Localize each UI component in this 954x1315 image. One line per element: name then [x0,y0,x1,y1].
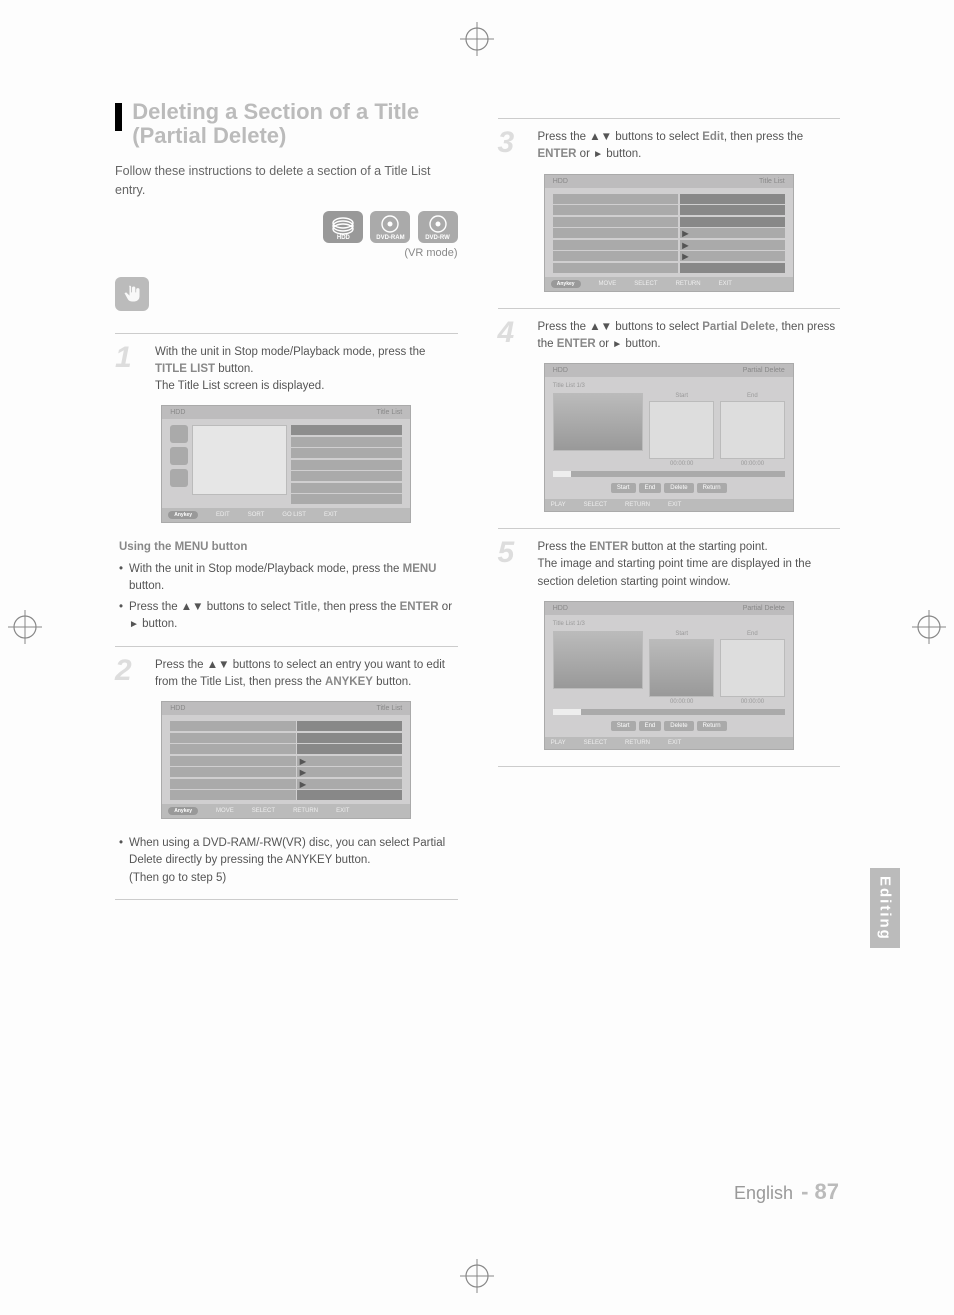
divider [498,118,841,119]
ui-mock-title-list-3: HDDTitle List ► ► ► [544,174,794,292]
right-column: 3 Press the ▲▼ buttons to select Edit, t… [498,100,841,1220]
intro-text: Follow these instructions to delete a se… [115,162,458,198]
step-1: 1 With the unit in Stop mode/Playback mo… [115,344,458,396]
using-menu-heading: Using the MENU button [119,539,458,556]
step-number: 2 [115,657,143,692]
crop-mark-right [912,610,946,644]
ui-mock-title-list-1: HDDTitle List Anykey EDIT SO [161,405,411,523]
step-body: Press the ▲▼ buttons to select Edit, the… [538,129,841,164]
divider [498,528,841,529]
vr-mode-label: (VR mode) [115,247,458,259]
crop-mark-bottom [460,1259,494,1293]
section-marker [115,103,122,131]
step-body: With the unit in Stop mode/Playback mode… [155,344,458,396]
divider [115,899,458,900]
badge-dvd-ram: DVD-RAM [370,211,410,243]
page-footer: English - 87 [115,1179,839,1205]
divider [498,766,841,767]
step-number: 3 [498,129,526,164]
ui-mock-title-list-2: HDDTitle List ► ► ► [161,701,411,819]
divider [498,308,841,309]
content: Deleting a Section of a Title (Partial D… [115,100,840,1220]
side-tab-editing: Editing [870,868,900,948]
page: Deleting a Section of a Title (Partial D… [0,0,954,1315]
badge-hdd: HDD [323,211,363,243]
note-dvd-ram: •When using a DVD-RAM/-RW(VR) disc, you … [115,835,458,887]
step-body: Press the ▲▼ buttons to select Partial D… [538,319,841,354]
footer-language: English [734,1183,793,1204]
left-column: Deleting a Section of a Title (Partial D… [115,100,458,1220]
using-menu-note: Using the MENU button •With the unit in … [115,539,458,633]
hand-press-icon [115,277,149,311]
section-title: Deleting a Section of a Title (Partial D… [132,100,457,148]
disc-badges: HDD DVD-RAM DVD-RW [115,211,458,243]
step-body: Press the ▲▼ buttons to select an entry … [155,657,458,692]
ui-mock-partial-delete-1: HDDPartial Delete Title List 1/3 Start 0… [544,363,794,512]
step-3: 3 Press the ▲▼ buttons to select Edit, t… [498,129,841,164]
section-title-row: Deleting a Section of a Title (Partial D… [115,100,458,148]
step-body: Press the ENTER button at the starting p… [538,539,841,591]
divider [115,333,458,334]
step-2: 2 Press the ▲▼ buttons to select an entr… [115,657,458,692]
badge-dvd-rw: DVD-RW [418,211,458,243]
ui-mock-partial-delete-2: HDDPartial Delete Title List 1/3 Start 0… [544,601,794,750]
step-number: 1 [115,344,143,396]
step-4: 4 Press the ▲▼ buttons to select Partial… [498,319,841,354]
step-number: 5 [498,539,526,591]
step-number: 4 [498,319,526,354]
crop-mark-left [8,610,42,644]
step-5: 5 Press the ENTER button at the starting… [498,539,841,591]
footer-page-number: - 87 [801,1179,839,1205]
divider [115,646,458,647]
crop-mark-top [460,22,494,56]
